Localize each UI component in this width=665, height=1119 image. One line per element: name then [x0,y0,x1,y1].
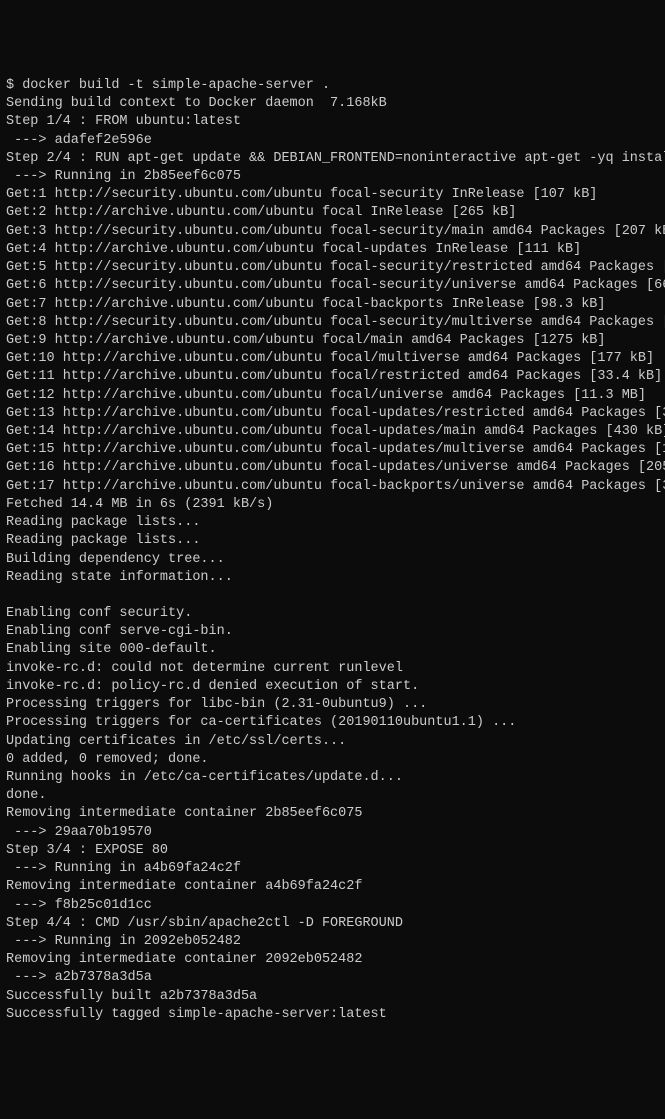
terminal-line: Running hooks in /etc/ca-certificates/up… [6,769,659,787]
terminal-line: ---> Running in 2092eb052482 [6,933,659,951]
terminal-line: Get:6 http://security.ubuntu.com/ubuntu … [6,277,659,295]
terminal-line: Get:15 http://archive.ubuntu.com/ubuntu … [6,441,659,459]
terminal-line: Reading package lists... [6,514,659,532]
terminal-line: Get:3 http://security.ubuntu.com/ubuntu … [6,223,659,241]
terminal-line: Get:11 http://archive.ubuntu.com/ubuntu … [6,368,659,386]
terminal-line: ---> Running in 2b85eef6c075 [6,168,659,186]
terminal-line: ---> Running in a4b69fa24c2f [6,860,659,878]
terminal-line: Updating certificates in /etc/ssl/certs.… [6,733,659,751]
terminal-line: invoke-rc.d: could not determine current… [6,660,659,678]
output-gap [6,587,659,605]
terminal-line: Reading state information... [6,569,659,587]
terminal-line: ---> adafef2e596e [6,132,659,150]
terminal-line: Sending build context to Docker daemon 7… [6,95,659,113]
terminal-line: Get:13 http://archive.ubuntu.com/ubuntu … [6,405,659,423]
terminal-line: done. [6,787,659,805]
terminal-line: Removing intermediate container 2092eb05… [6,951,659,969]
terminal-line: ---> f8b25c01d1cc [6,897,659,915]
terminal-line: Reading package lists... [6,532,659,550]
terminal-line: invoke-rc.d: policy-rc.d denied executio… [6,678,659,696]
terminal-line: Get:2 http://archive.ubuntu.com/ubuntu f… [6,204,659,222]
terminal-line: Get:16 http://archive.ubuntu.com/ubuntu … [6,459,659,477]
terminal-output: $ docker build -t simple-apache-server .… [6,77,659,1024]
terminal-line: Get:7 http://archive.ubuntu.com/ubuntu f… [6,296,659,314]
terminal-line: ---> 29aa70b19570 [6,824,659,842]
terminal-line: Get:12 http://archive.ubuntu.com/ubuntu … [6,387,659,405]
terminal-line: Removing intermediate container a4b69fa2… [6,878,659,896]
terminal-line: Get:17 http://archive.ubuntu.com/ubuntu … [6,478,659,496]
terminal-line: Building dependency tree... [6,551,659,569]
terminal-line: Get:14 http://archive.ubuntu.com/ubuntu … [6,423,659,441]
terminal-line: ---> a2b7378a3d5a [6,969,659,987]
terminal-line: Removing intermediate container 2b85eef6… [6,805,659,823]
terminal-line: 0 added, 0 removed; done. [6,751,659,769]
terminal-line: Get:5 http://security.ubuntu.com/ubuntu … [6,259,659,277]
terminal-line: Get:4 http://archive.ubuntu.com/ubuntu f… [6,241,659,259]
terminal-line: Successfully built a2b7378a3d5a [6,988,659,1006]
terminal-line: Fetched 14.4 MB in 6s (2391 kB/s) [6,496,659,514]
terminal-line: Get:9 http://archive.ubuntu.com/ubuntu f… [6,332,659,350]
terminal-line: Enabling conf serve-cgi-bin. [6,623,659,641]
terminal-line: Get:8 http://security.ubuntu.com/ubuntu … [6,314,659,332]
terminal-line: Enabling conf security. [6,605,659,623]
terminal-line: Get:1 http://security.ubuntu.com/ubuntu … [6,186,659,204]
terminal-line: Step 2/4 : RUN apt-get update && DEBIAN_… [6,150,659,168]
terminal-line: Get:10 http://archive.ubuntu.com/ubuntu … [6,350,659,368]
terminal-line: Step 1/4 : FROM ubuntu:latest [6,113,659,131]
terminal-line: Step 3/4 : EXPOSE 80 [6,842,659,860]
terminal-line: Successfully tagged simple-apache-server… [6,1006,659,1024]
terminal-line: Processing triggers for libc-bin (2.31-0… [6,696,659,714]
terminal-line: Processing triggers for ca-certificates … [6,714,659,732]
terminal-line: Step 4/4 : CMD /usr/sbin/apache2ctl -D F… [6,915,659,933]
terminal-line: $ docker build -t simple-apache-server . [6,77,659,95]
terminal-line: Enabling site 000-default. [6,641,659,659]
